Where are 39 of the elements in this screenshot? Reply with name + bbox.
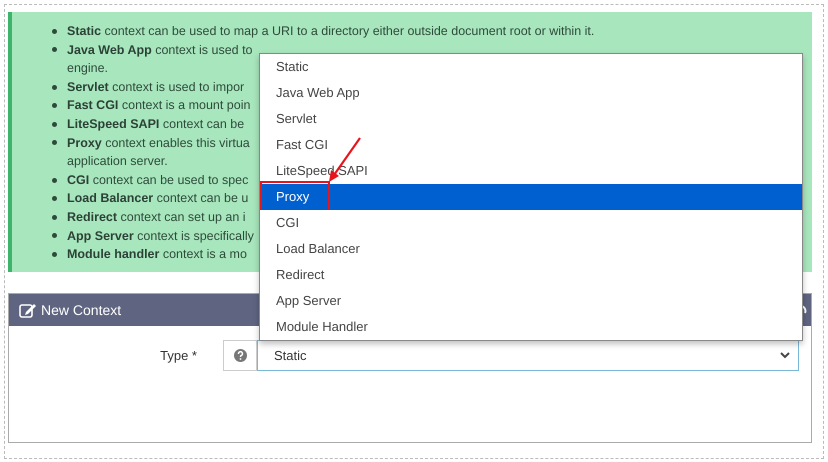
bullet-icon <box>52 103 57 108</box>
dropdown-option[interactable]: Static <box>260 54 802 80</box>
bullet-icon <box>52 233 57 238</box>
bullet-icon <box>52 196 57 202</box>
info-text: Servlet context is used to impor <box>67 78 244 96</box>
bullet-icon <box>52 47 57 52</box>
dropdown-option[interactable]: Fast CGI <box>260 132 802 158</box>
bullet-icon <box>52 122 57 127</box>
chevron-down-icon <box>780 352 790 359</box>
bullet-icon <box>52 178 57 183</box>
dropdown-option[interactable]: CGI <box>260 210 802 236</box>
help-icon[interactable] <box>234 349 246 362</box>
info-text: engine. <box>67 60 108 78</box>
info-text: application server. <box>67 153 168 170</box>
bullet-icon <box>52 252 57 257</box>
info-text: Static context can be used to map a URI to a directory either outside document root or within it. <box>67 23 594 40</box>
info-text: Java Web App context is used to <box>67 42 253 59</box>
info-text: App Server context is specifically <box>67 228 254 245</box>
edit-icon <box>19 302 37 318</box>
info-text: CGI context can be used to spec <box>67 172 248 189</box>
info-text: Module handler context is a mo <box>67 246 247 264</box>
info-text: Proxy context enables this virtua <box>67 134 250 152</box>
dropdown-option[interactable]: Redirect <box>260 262 802 288</box>
bullet-icon <box>52 84 57 90</box>
dropdown-option[interactable]: Servlet <box>260 106 802 132</box>
dropdown-option[interactable]: Load Balancer <box>260 236 802 262</box>
dropdown-option[interactable]: LiteSpeed SAPI <box>260 158 802 184</box>
info-text: Fast CGI context is a mount poin <box>67 97 250 114</box>
panel-title: New Context <box>41 302 122 318</box>
dropdown-option[interactable]: App Server <box>260 288 802 314</box>
bullet-icon <box>52 28 57 34</box>
dropdown-option[interactable]: Java Web App <box>260 80 802 106</box>
bullet-icon <box>52 140 57 146</box>
info-text: Load Balancer context can be u <box>67 190 248 208</box>
type-label: Type * <box>159 348 197 363</box>
info-text: Redirect context can set up an i <box>67 208 246 226</box>
info-text: LiteSpeed SAPI context can be <box>67 116 244 133</box>
dropdown-option[interactable]: Module Handler <box>260 314 802 340</box>
bullet-icon <box>52 214 57 220</box>
